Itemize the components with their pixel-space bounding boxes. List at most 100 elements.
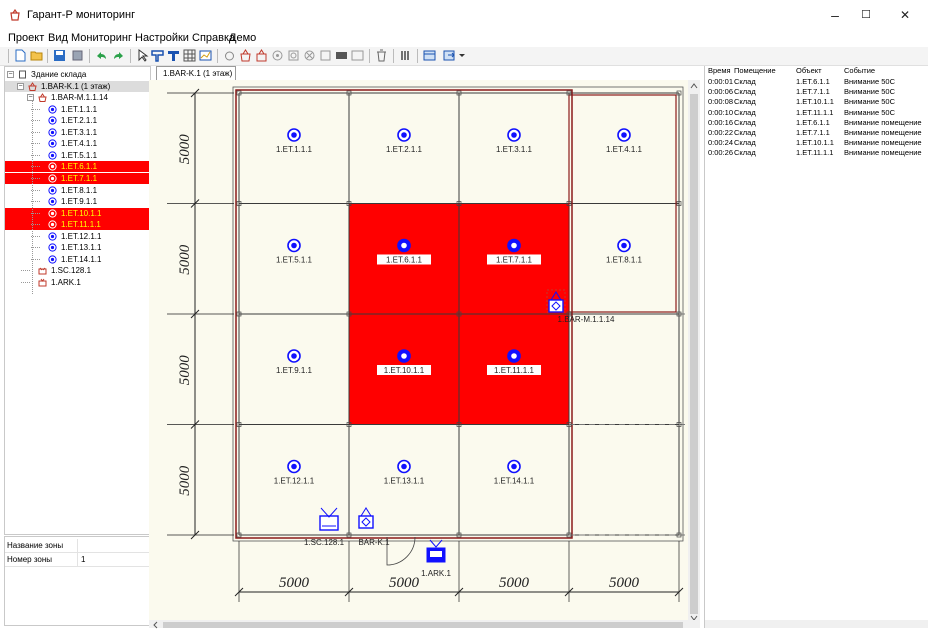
tree-node[interactable]: 1.ET.8.1.1	[5, 185, 150, 196]
tree-node[interactable]: 1.ET.3.1.1	[5, 127, 150, 138]
heat-sensor[interactable]: 1.ET.4.1.1	[606, 128, 643, 154]
heat-sensor[interactable]: 1.ET.12.1.1	[274, 459, 315, 485]
tree-node[interactable]: 1.ARK.1	[5, 277, 150, 288]
property-row[interactable]: Номер зоны 1	[5, 553, 150, 567]
floor-plan-canvas[interactable]: 5000 5000 5000 5000 5000 5000 5000 5000 1.ET.1.1…	[149, 80, 688, 622]
property-row[interactable]: Название зоны	[5, 539, 150, 553]
tree-node[interactable]: − Здание склада	[5, 69, 150, 80]
log-cell: Внимание помещение	[844, 138, 922, 148]
layout-icon[interactable]	[423, 49, 436, 62]
heat-sensor[interactable]: 1.ET.9.1.1	[276, 349, 313, 375]
maximize-button[interactable]: ☐	[851, 4, 881, 26]
tree-node[interactable]: 1.SC.128.1	[5, 265, 150, 276]
tree-node[interactable]: − 1.BAR-K.1 (1 этаж)	[5, 80, 150, 92]
tree-node[interactable]: 1.ET.14.1.1	[5, 254, 150, 265]
menu-project[interactable]: Проект	[8, 32, 44, 44]
sensor-label: 1.ET.5.1.1	[276, 255, 313, 264]
tree-node[interactable]: 1.ET.11.1.1	[5, 219, 150, 231]
tab-floor-plan[interactable]: 1.BAR-K.1 (1 этаж)	[156, 66, 236, 80]
tree-expander[interactable]: −	[7, 71, 14, 78]
title-bar: Гарант-Р мониторинг – ☐ ✕	[0, 0, 928, 30]
row-dimension-label: 5000	[177, 244, 193, 275]
menu-demo[interactable]: Демо	[229, 32, 256, 44]
log-cell: 1.ET.10.1.1	[796, 138, 834, 148]
tree-node[interactable]: 1.ET.13.1.1	[5, 242, 150, 253]
sensor-dot	[511, 242, 517, 249]
log-column-header[interactable]: Время	[708, 66, 731, 76]
sensor-dot	[401, 353, 407, 359]
menu-view[interactable]: Вид	[48, 32, 68, 44]
log-column-header[interactable]: Объект	[796, 66, 822, 76]
close-button[interactable]: ✕	[890, 4, 920, 26]
log-cell: Склад	[734, 128, 756, 137]
controller-icon[interactable]	[239, 49, 252, 62]
menu-bar: Проект Вид Мониторинг Настройки Справка …	[0, 30, 928, 47]
heat-sensor[interactable]: 1.ET.8.1.1	[606, 238, 643, 264]
tree-node[interactable]: 1.ET.5.1.1	[5, 150, 150, 161]
grid-icon[interactable]	[183, 49, 196, 62]
device-icon[interactable]	[223, 49, 236, 62]
delete-icon[interactable]	[375, 49, 388, 62]
horizontal-scrollbar[interactable]	[149, 620, 700, 629]
tree-node-label: 1.ET.7.1.1	[61, 173, 98, 183]
module-icon[interactable]	[255, 49, 268, 62]
minimize-button[interactable]: –	[820, 4, 850, 26]
image-icon[interactable]	[351, 49, 364, 62]
save-icon[interactable]	[53, 49, 66, 62]
archive-icon	[38, 278, 47, 287]
heat-sensor[interactable]: 1.ET.2.1.1	[386, 128, 423, 154]
log-column-header[interactable]: Помещение	[734, 66, 776, 76]
chevron-down-icon[interactable]	[458, 49, 466, 62]
log-column-header[interactable]: Событие	[844, 66, 875, 76]
panel-icon[interactable]	[335, 49, 348, 62]
tree-node[interactable]: −1.BAR-M.1.1.14	[5, 92, 150, 103]
tree-node[interactable]: 1.ET.6.1.1	[5, 161, 150, 173]
row-dimension-label: 5000	[177, 134, 193, 165]
wall-tool-icon[interactable]	[151, 49, 164, 62]
redo-icon[interactable]	[112, 49, 125, 62]
export-icon[interactable]	[443, 49, 456, 62]
sensor-icon	[48, 232, 57, 241]
heat-sensor[interactable]: 1.ET.5.1.1	[276, 238, 313, 264]
tree-expander[interactable]: −	[17, 82, 24, 90]
database-icon[interactable]	[71, 49, 84, 62]
menu-monitoring[interactable]: Мониторинг	[71, 32, 132, 44]
property-value[interactable]	[77, 539, 81, 552]
sensor-icon[interactable]	[271, 49, 284, 62]
log-cell: Склад	[734, 148, 756, 158]
sensor-icon	[48, 208, 57, 218]
sensor-icon	[48, 185, 57, 195]
tree-node[interactable]: 1.ET.10.1.1	[5, 207, 150, 219]
breaker-icon[interactable]	[303, 49, 316, 62]
detector-icon[interactable]	[287, 49, 300, 62]
log-cell: 0:00:26	[708, 148, 734, 158]
tree-node[interactable]: 1.ET.1.1.1	[5, 104, 150, 115]
property-value[interactable]: 1	[77, 553, 85, 566]
vertical-scrollbar[interactable]	[688, 80, 700, 622]
menu-settings[interactable]: Настройки	[135, 32, 189, 44]
heat-sensor[interactable]: 1.ET.3.1.1	[496, 128, 533, 154]
columns-icon[interactable]	[399, 49, 412, 62]
tree-node-label: Здание склада	[31, 70, 87, 79]
tree-node[interactable]: 1.ET.4.1.1	[5, 138, 150, 149]
row-dimension-label: 5000	[177, 355, 193, 386]
heat-sensor[interactable]: 1.ET.1.1.1	[276, 128, 313, 154]
chart-icon[interactable]	[199, 49, 212, 62]
label-icon[interactable]	[319, 49, 332, 62]
log-cell: 1.ET.7.1.1	[796, 128, 830, 137]
pointer-icon[interactable]	[136, 49, 149, 62]
log-horizontal-scrollbar[interactable]	[705, 620, 928, 628]
sensor-dot	[291, 353, 297, 359]
open-folder-icon[interactable]	[30, 49, 43, 62]
new-file-icon[interactable]	[14, 49, 27, 62]
sensor-dot	[401, 242, 407, 249]
tree-node[interactable]: 1.ET.7.1.1	[5, 172, 150, 184]
heat-sensor[interactable]: 1.ET.13.1.1	[384, 459, 425, 485]
heat-sensor[interactable]: 1.ET.14.1.1	[494, 459, 535, 485]
room-tool-icon[interactable]	[167, 49, 180, 62]
tree-node[interactable]: 1.ET.12.1.1	[5, 231, 150, 242]
sensor-dot	[291, 132, 297, 138]
tree-node[interactable]: 1.ET.2.1.1	[5, 115, 150, 126]
tree-node[interactable]: 1.ET.9.1.1	[5, 196, 150, 207]
undo-icon[interactable]	[95, 49, 108, 62]
